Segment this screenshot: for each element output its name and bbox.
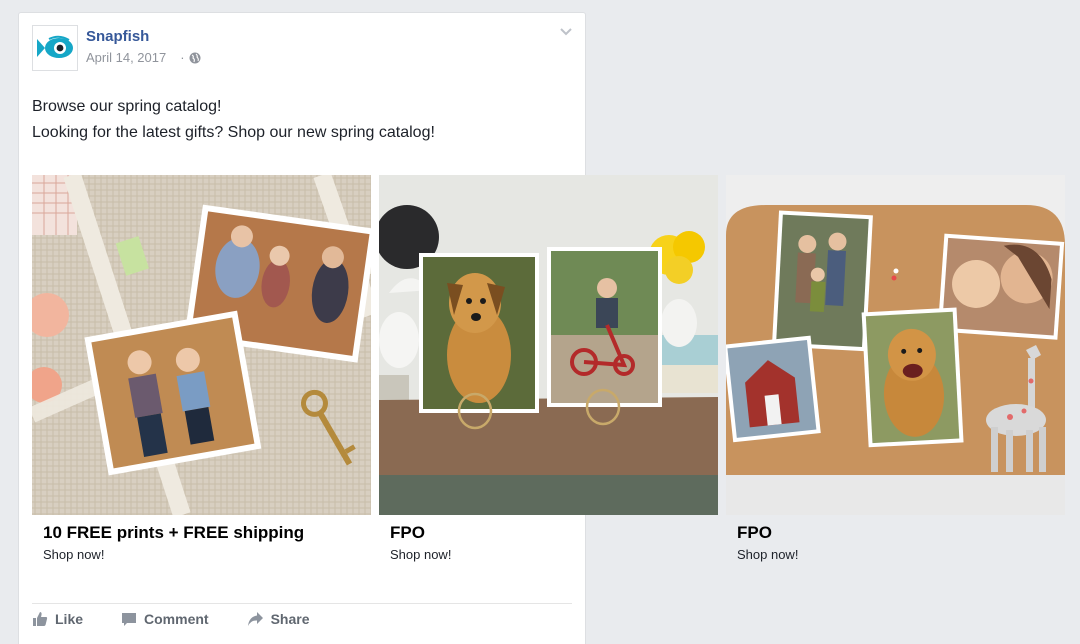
carousel-headline-2[interactable]: FPO <box>390 523 425 543</box>
prints-on-fabric-image <box>32 175 371 515</box>
like-label: Like <box>55 611 84 627</box>
photo-prints-on-desk-image <box>379 175 718 515</box>
post-meta: April 14, 2017 · <box>86 50 201 65</box>
comment-icon <box>122 613 137 626</box>
separator-dot: · <box>180 50 185 65</box>
corkboard-photos-image <box>726 175 1065 515</box>
action-divider <box>32 603 572 604</box>
carousel-image-prints[interactable] <box>32 175 371 515</box>
post-actions: Like Comment Share <box>32 611 310 627</box>
comment-label: Comment <box>144 611 209 627</box>
carousel-cta-1[interactable]: Shop now! <box>43 547 104 562</box>
share-label: Share <box>270 611 310 627</box>
globe-icon[interactable] <box>189 52 201 64</box>
page-avatar[interactable] <box>32 25 78 71</box>
like-button[interactable]: Like <box>32 611 83 627</box>
share-arrow-icon <box>247 612 263 626</box>
message-line-1: Browse our spring catalog! <box>32 98 222 115</box>
carousel-headline-1[interactable]: 10 FREE prints + FREE shipping <box>43 523 304 543</box>
thumbs-up-icon <box>33 612 48 626</box>
carousel-cta-2[interactable]: Shop now! <box>390 547 451 562</box>
post-options-chevron-icon[interactable] <box>559 27 573 37</box>
carousel: 10 FREE prints + FREE shipping Shop now! <box>32 175 1066 575</box>
carousel-item-1[interactable]: 10 FREE prints + FREE shipping Shop now! <box>32 175 371 575</box>
post-date[interactable]: April 14, 2017 <box>86 50 166 65</box>
snapfish-logo-icon <box>37 35 73 58</box>
share-button[interactable]: Share <box>247 611 310 627</box>
carousel-cta-3[interactable]: Shop now! <box>737 547 798 562</box>
carousel-headline-3[interactable]: FPO <box>737 523 772 543</box>
post-message: Browse our spring catalog! Looking for t… <box>32 94 435 146</box>
page-name-link[interactable]: Snapfish <box>86 28 201 46</box>
message-line-2: Looking for the latest gifts? Shop our n… <box>32 124 435 141</box>
carousel-image-corkboard[interactable] <box>726 175 1065 515</box>
comment-button[interactable]: Comment <box>121 611 209 627</box>
carousel-item-2[interactable]: FPO Shop now! <box>379 175 718 575</box>
carousel-image-desk-prints[interactable] <box>379 175 718 515</box>
carousel-item-3[interactable]: FPO Shop now! <box>726 175 1065 575</box>
post-header: Snapfish April 14, 2017 · <box>32 25 201 71</box>
